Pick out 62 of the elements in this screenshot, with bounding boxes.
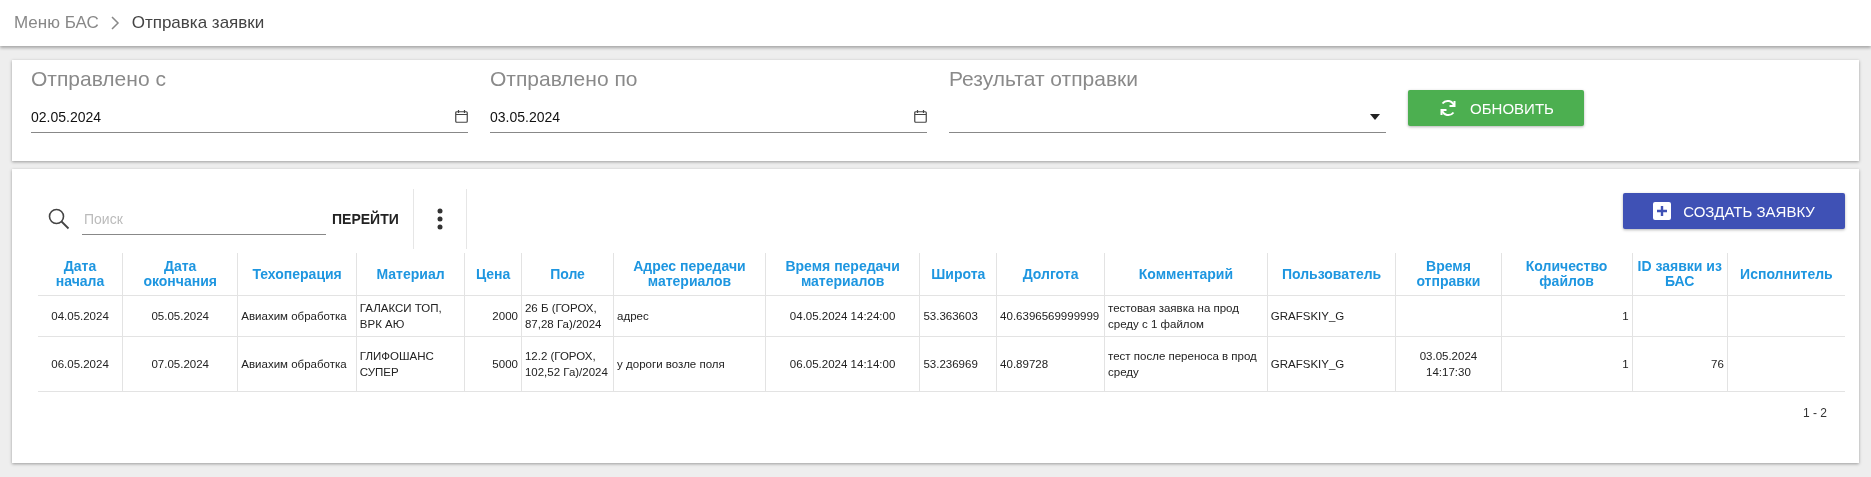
table-cell: 05.05.2024: [151, 310, 209, 322]
table-cell: Авиахим обработка: [241, 310, 347, 322]
date-field[interactable]: 02.05.2024: [31, 105, 468, 133]
table-cell: 1: [1622, 358, 1629, 370]
table-cell: ГЛИФОШАНС СУПЕР: [359, 350, 434, 378]
column-header[interactable]: Дата окончания: [122, 253, 238, 296]
field-label: Отправлено по: [490, 67, 639, 91]
column-header[interactable]: ID заявки из БАС: [1632, 253, 1728, 296]
table-cell: 76: [1711, 358, 1724, 370]
calendar-icon: [455, 110, 468, 123]
table-cell: 26 Б (ГОРОХ, 87,28 Га)/2024: [524, 302, 602, 330]
table-cell: 06.05.2024: [51, 358, 109, 370]
column-header[interactable]: Адрес передачи материалов: [613, 253, 766, 296]
table-cell: 1: [1622, 310, 1629, 322]
pager-range: 1 - 2: [1803, 406, 1827, 420]
table-cell: 40.6396569999999: [1000, 310, 1100, 322]
column-header[interactable]: Исполнитель: [1727, 253, 1845, 296]
go-button[interactable]: ПЕРЕЙТИ: [332, 211, 399, 227]
column-header[interactable]: Время передачи материалов: [765, 253, 920, 296]
breadcrumb-item[interactable]: Отправка заявки: [131, 13, 265, 33]
table-cell: 40.89728: [1000, 358, 1049, 370]
table-cell: GRAFSKIY_G: [1270, 358, 1345, 370]
table-cell: 04.05.2024 14:24:00: [789, 310, 896, 322]
table-cell: 53.363603: [923, 310, 978, 322]
table-cell: 12.2 (ГОРОХ, 102,52 Га)/2024: [524, 350, 608, 378]
table-cell: тестовая заявка на прод среду с 1 файлом: [1108, 302, 1239, 330]
table-cell: 5000: [492, 358, 518, 370]
table-cell: 53.236969: [923, 358, 978, 370]
add-icon: [1653, 202, 1672, 220]
date-field[interactable]: 03.05.2024: [490, 105, 927, 133]
field-label: Результат отправки: [949, 67, 1139, 91]
table-cell: GRAFSKIY_G: [1270, 310, 1345, 322]
dropdown-caret-icon: [1370, 113, 1380, 120]
column-header[interactable]: Широта: [919, 253, 997, 296]
create-request-button[interactable]: СОЗДАТЬ ЗАЯВКУ: [1623, 193, 1845, 229]
table-cell: тест после переноса в прод среду: [1108, 350, 1257, 378]
refresh-button[interactable]: ОБНОВИТЬ: [1408, 90, 1584, 126]
table-cell: 2000: [492, 310, 518, 322]
column-header[interactable]: Техоперация: [237, 253, 357, 296]
breadcrumb-item[interactable]: Меню БАС: [14, 13, 99, 33]
chevron-icon: [110, 16, 120, 30]
column-header[interactable]: Количество файлов: [1501, 253, 1633, 296]
column-header[interactable]: Комментарий: [1104, 253, 1268, 296]
table-cell: 07.05.2024: [151, 358, 209, 370]
table-cell: 04.05.2024: [51, 310, 109, 322]
table-cell: у дороги возле поля: [617, 358, 725, 370]
column-header[interactable]: Цена: [464, 253, 522, 296]
calendar-icon: [914, 110, 927, 123]
column-header[interactable]: Дата начала: [38, 253, 123, 296]
column-header[interactable]: Пользователь: [1267, 253, 1396, 296]
search-icon: [48, 208, 70, 230]
table-cell: 03.05.2024 14:17:30: [1419, 350, 1478, 378]
table-cell: ГАЛАКСИ ТОП, ВРК АЮ: [359, 302, 442, 330]
table-cell: адрес: [617, 310, 649, 322]
column-header[interactable]: Долгота: [996, 253, 1105, 296]
refresh-icon: [1438, 98, 1459, 118]
table-cell: 06.05.2024 14:14:00: [789, 358, 896, 370]
column-header[interactable]: Материал: [356, 253, 465, 296]
field-label: Отправлено с: [31, 67, 167, 91]
table-cell: Авиахим обработка: [241, 358, 347, 370]
column-header[interactable]: Поле: [521, 253, 614, 296]
column-header[interactable]: Время отправки: [1395, 253, 1502, 296]
